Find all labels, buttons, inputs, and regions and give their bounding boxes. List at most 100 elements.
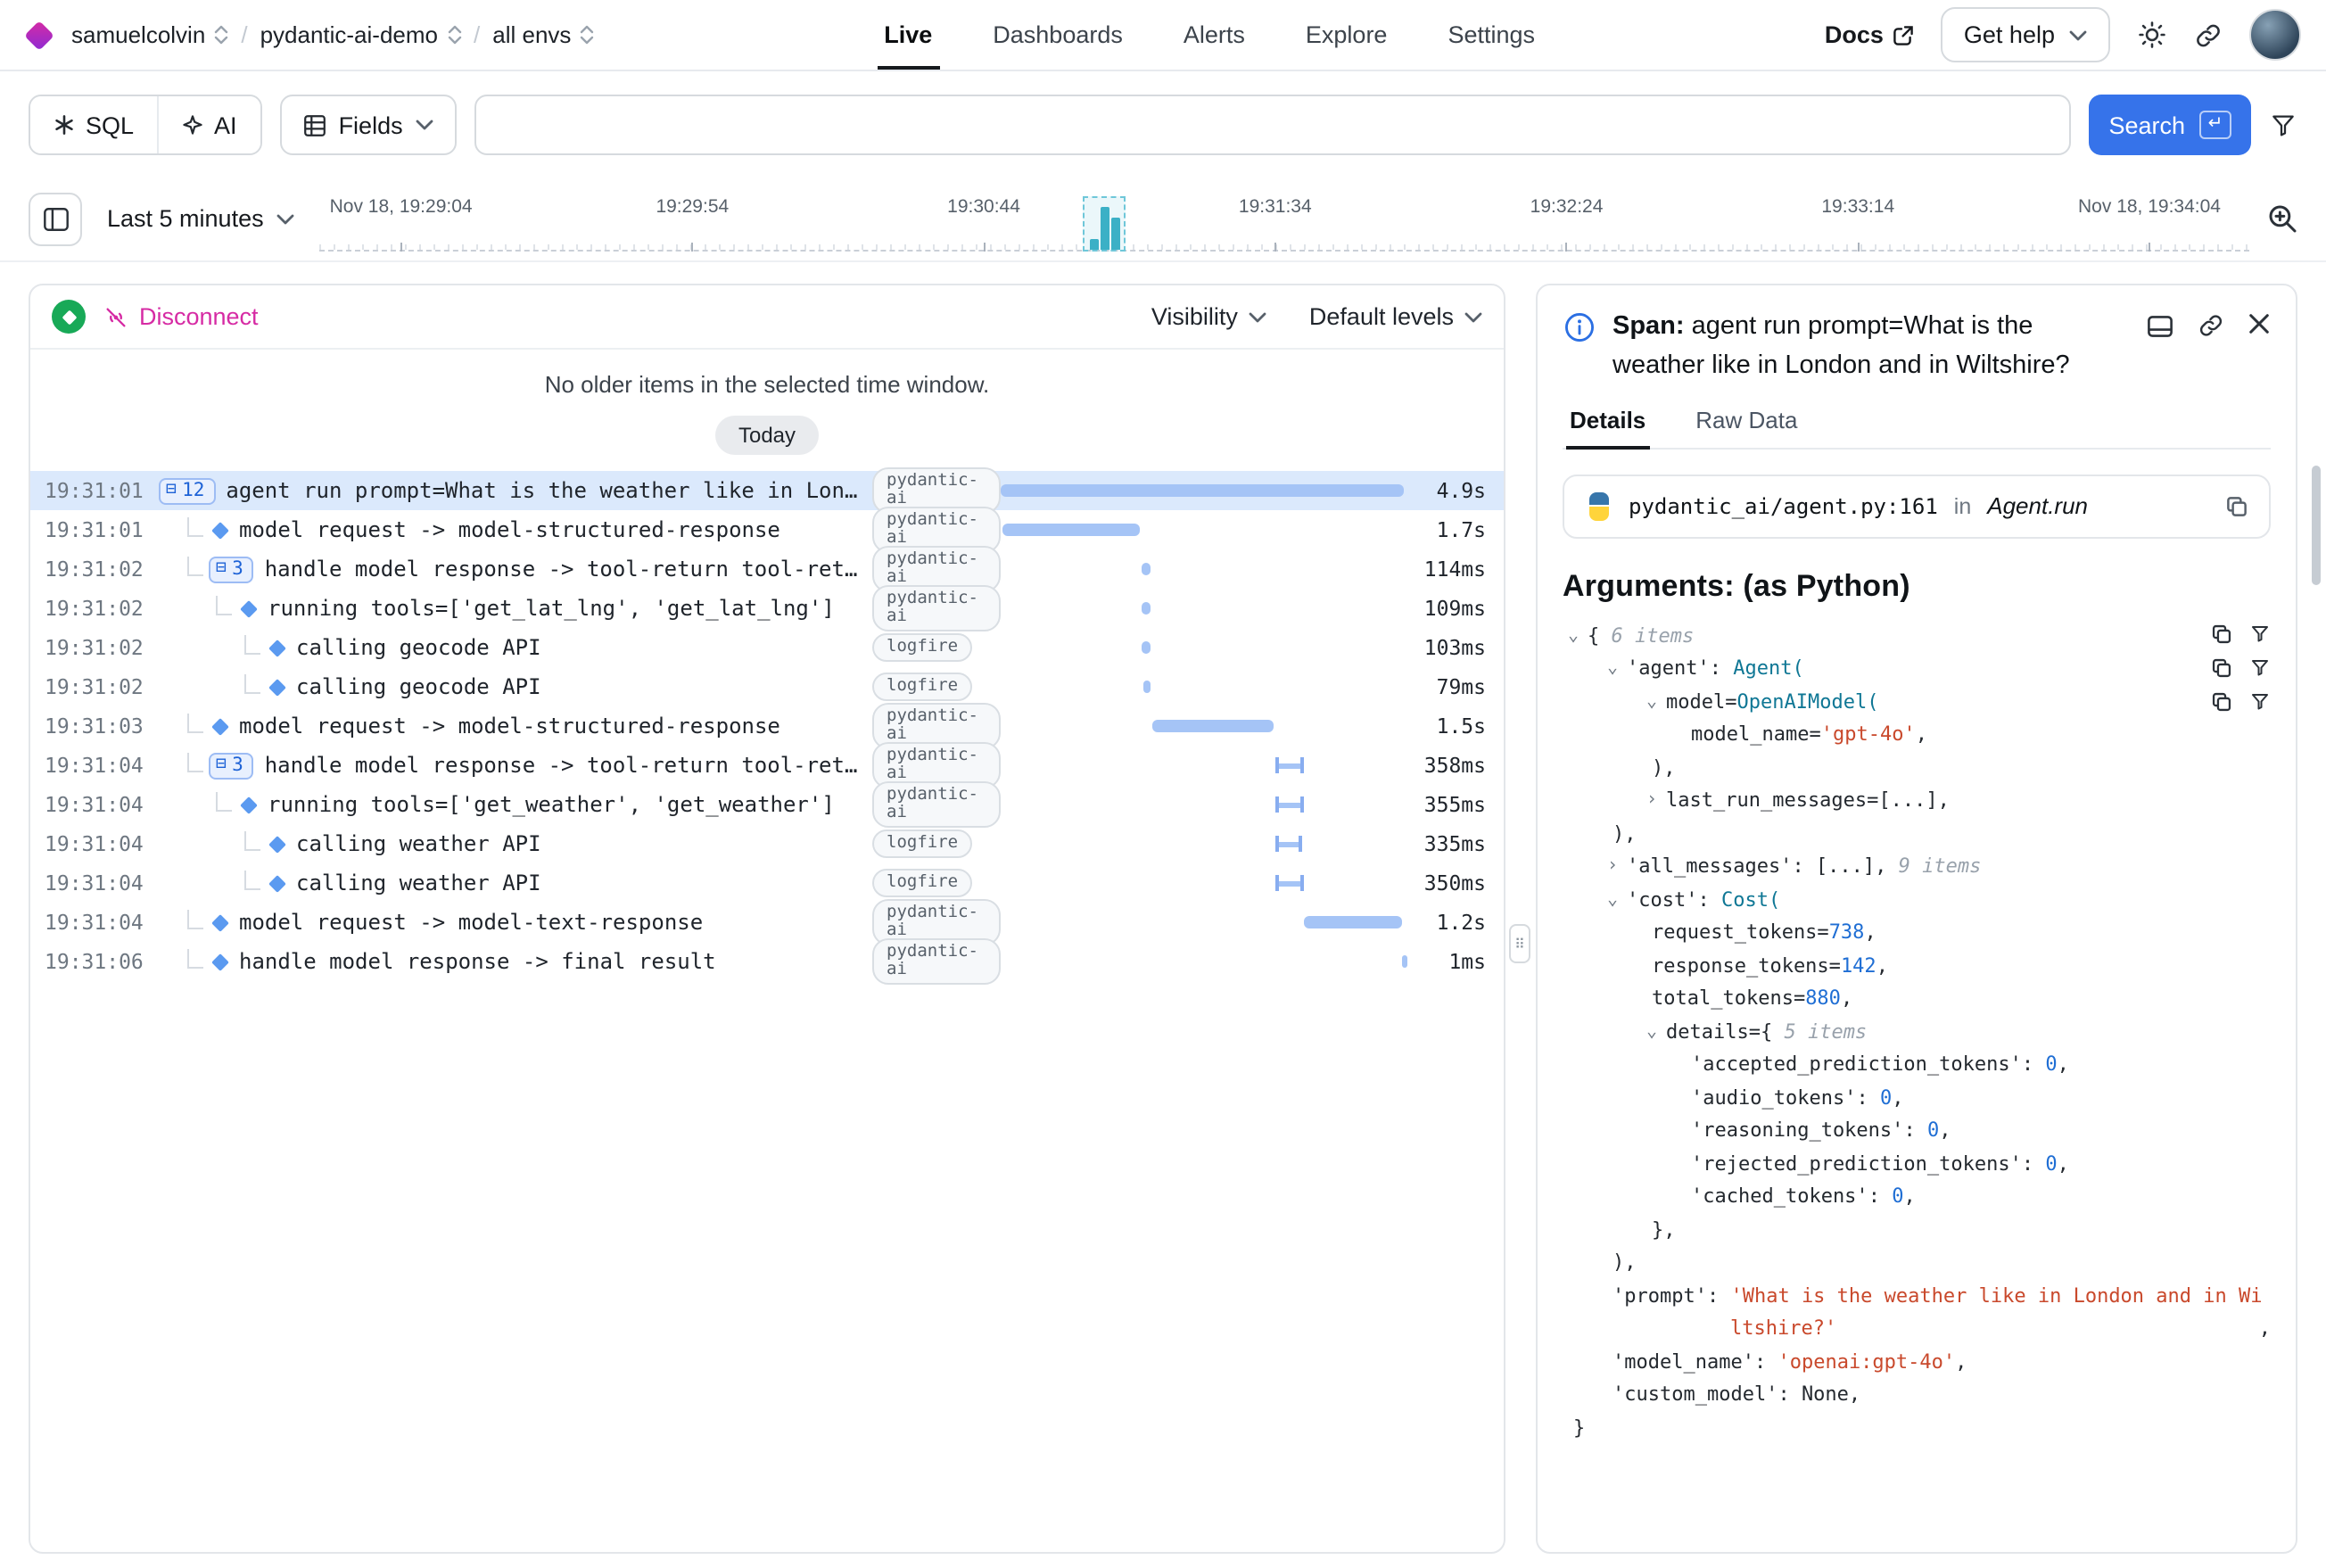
code-token: : — [2022, 1053, 2046, 1077]
code-token: details= — [1666, 1020, 1761, 1044]
tree-connector — [187, 949, 203, 969]
code-line: total_tokens=880, — [1563, 984, 2271, 1017]
code-token: : — [1856, 1086, 1880, 1110]
sidebar-toggle-button[interactable] — [29, 192, 82, 245]
breadcrumb-environment[interactable]: all envs — [492, 21, 594, 48]
ai-label: AI — [214, 111, 237, 138]
expand-caret-icon[interactable]: ⌄ — [1602, 654, 1623, 687]
collapse-toggle[interactable]: ⊟12 — [159, 477, 215, 504]
trace-row[interactable]: 19:31:03model request -> model-structure… — [30, 706, 1504, 746]
trace-row[interactable]: 19:31:01⊟12agent run prompt=What is the … — [30, 471, 1504, 510]
search-button-label: Search — [2108, 111, 2185, 138]
span-duration-label: 358ms — [1407, 753, 1504, 778]
fields-dropdown-button[interactable]: Fields — [280, 95, 457, 155]
filter-value-button[interactable] — [2249, 657, 2271, 679]
docs-link[interactable]: Docs — [1825, 21, 1914, 48]
collapse-toggle[interactable]: ⊟3 — [209, 752, 254, 779]
expand-caret-icon[interactable]: ⌄ — [1602, 885, 1623, 918]
dock-panel-button[interactable] — [2146, 312, 2174, 341]
span-timeline — [1001, 863, 1407, 903]
scope-column: pydantic-ai — [872, 937, 1001, 986]
default-levels-dropdown[interactable]: Default levels — [1309, 303, 1482, 330]
expand-caret-icon[interactable]: ⌄ — [1563, 621, 1584, 654]
theme-toggle-button[interactable] — [2137, 20, 2167, 50]
span-duration-label: 355ms — [1407, 792, 1504, 817]
breadcrumb-project[interactable]: pydantic-ai-demo — [260, 21, 461, 48]
span-duration-label: 335ms — [1407, 831, 1504, 856]
close-panel-button[interactable] — [2248, 312, 2271, 335]
detail-tab-raw-data[interactable]: Raw Data — [1692, 403, 1801, 448]
scrollbar-thumb[interactable] — [2312, 466, 2321, 585]
copy-source-button[interactable] — [2224, 494, 2249, 519]
code-token: : — [1777, 1383, 1802, 1407]
search-button[interactable]: Search ↵ — [2089, 95, 2251, 155]
trace-row-tree: calling geocode API — [159, 635, 872, 660]
nav-tab-explore[interactable]: Explore — [1306, 0, 1388, 70]
panel-left-icon — [42, 206, 69, 231]
nav-tab-live[interactable]: Live — [884, 0, 932, 70]
tree-connector — [244, 674, 260, 694]
span-duration-bar — [1142, 563, 1151, 575]
today-button[interactable]: Today — [715, 416, 819, 455]
trace-row[interactable]: 19:31:01model request -> model-structure… — [30, 510, 1504, 549]
time-axis[interactable]: Nov 18, 19:29:0419:29:5419:30:4419:31:34… — [319, 177, 2249, 260]
close-icon — [2248, 312, 2271, 335]
funnel-icon — [2269, 111, 2297, 139]
expand-caret-icon[interactable]: › — [1641, 786, 1662, 819]
trace-row[interactable]: 19:31:02calling geocode APIlogfire79ms — [30, 667, 1504, 706]
get-help-button[interactable]: Get help — [1941, 7, 2110, 62]
user-avatar[interactable] — [2249, 9, 2301, 61]
trace-row-tree: ⊟3handle model response -> tool-return t… — [159, 556, 872, 582]
detail-tabs: Details Raw Data — [1563, 403, 2271, 450]
nav-tab-settings[interactable]: Settings — [1448, 0, 1535, 70]
span-duration-bar — [1274, 757, 1304, 773]
trace-row[interactable]: 19:31:04model request -> model-text-resp… — [30, 903, 1504, 942]
trace-row[interactable]: 19:31:04⊟3handle model response -> tool-… — [30, 746, 1504, 785]
trace-row[interactable]: 19:31:02⊟3handle model response -> tool-… — [30, 549, 1504, 589]
copy-value-button[interactable] — [2210, 690, 2233, 714]
trace-row[interactable]: 19:31:04calling weather APIlogfire335ms — [30, 824, 1504, 863]
code-line: ), — [1563, 753, 2271, 786]
nav-tab-dashboards[interactable]: Dashboards — [993, 0, 1123, 70]
trace-row[interactable]: 19:31:02running tools=['get_lat_lng', 'g… — [30, 589, 1504, 628]
trace-row[interactable]: 19:31:04running tools=['get_weather', 'g… — [30, 785, 1504, 824]
panel-resize-handle[interactable]: ⠿ — [1509, 924, 1530, 963]
expand-caret-icon[interactable]: › — [1602, 852, 1623, 885]
zoom-in-button[interactable] — [2267, 203, 2297, 234]
span-duration-label: 1.5s — [1407, 714, 1504, 739]
sql-mode-button[interactable]: SQL — [30, 96, 157, 153]
logfire-logo-icon[interactable] — [24, 20, 54, 50]
histogram-selection[interactable] — [1083, 196, 1126, 252]
span-duration-bar — [1142, 641, 1151, 654]
disconnect-button[interactable]: Disconnect — [103, 303, 259, 330]
trace-row[interactable]: 19:31:02calling geocode APIlogfire103ms — [30, 628, 1504, 667]
filter-value-button[interactable] — [2249, 623, 2271, 645]
search-input[interactable] — [474, 95, 2072, 155]
funnel-icon — [2249, 657, 2271, 679]
expand-caret-icon[interactable]: ⌄ — [1641, 1017, 1662, 1050]
ai-mode-button[interactable]: AI — [157, 96, 260, 153]
detail-tab-details[interactable]: Details — [1566, 403, 1649, 448]
code-token: 142 — [1841, 954, 1876, 978]
filter-button[interactable] — [2269, 111, 2297, 139]
expand-caret-icon[interactable]: ⌄ — [1641, 687, 1662, 720]
copy-link-button[interactable] — [2194, 21, 2223, 49]
collapse-toggle[interactable]: ⊟3 — [209, 556, 254, 582]
copy-span-link-button[interactable] — [2198, 312, 2224, 339]
tree-connector — [244, 871, 260, 890]
code-token: OpenAIModel( — [1737, 690, 1879, 714]
nav-tab-alerts[interactable]: Alerts — [1184, 0, 1245, 70]
code-token: 'all_messages' — [1627, 855, 1792, 879]
time-range-selector[interactable]: Last 5 minutes — [100, 205, 301, 232]
filter-value-button[interactable] — [2249, 691, 2271, 713]
span-duration-label: 103ms — [1407, 635, 1504, 660]
code-line: 'reasoning_tokens': 0, — [1563, 1116, 2271, 1149]
visibility-dropdown[interactable]: Visibility — [1151, 303, 1266, 330]
trace-row[interactable]: 19:31:06handle model response -> final r… — [30, 942, 1504, 981]
copy-value-button[interactable] — [2210, 623, 2233, 646]
histogram-bars — [1088, 207, 1120, 250]
breadcrumb-organization[interactable]: samuelcolvin — [71, 21, 228, 48]
code-token: : — [1792, 855, 1816, 879]
copy-value-button[interactable] — [2210, 656, 2233, 680]
trace-row[interactable]: 19:31:04calling weather APIlogfire350ms — [30, 863, 1504, 903]
